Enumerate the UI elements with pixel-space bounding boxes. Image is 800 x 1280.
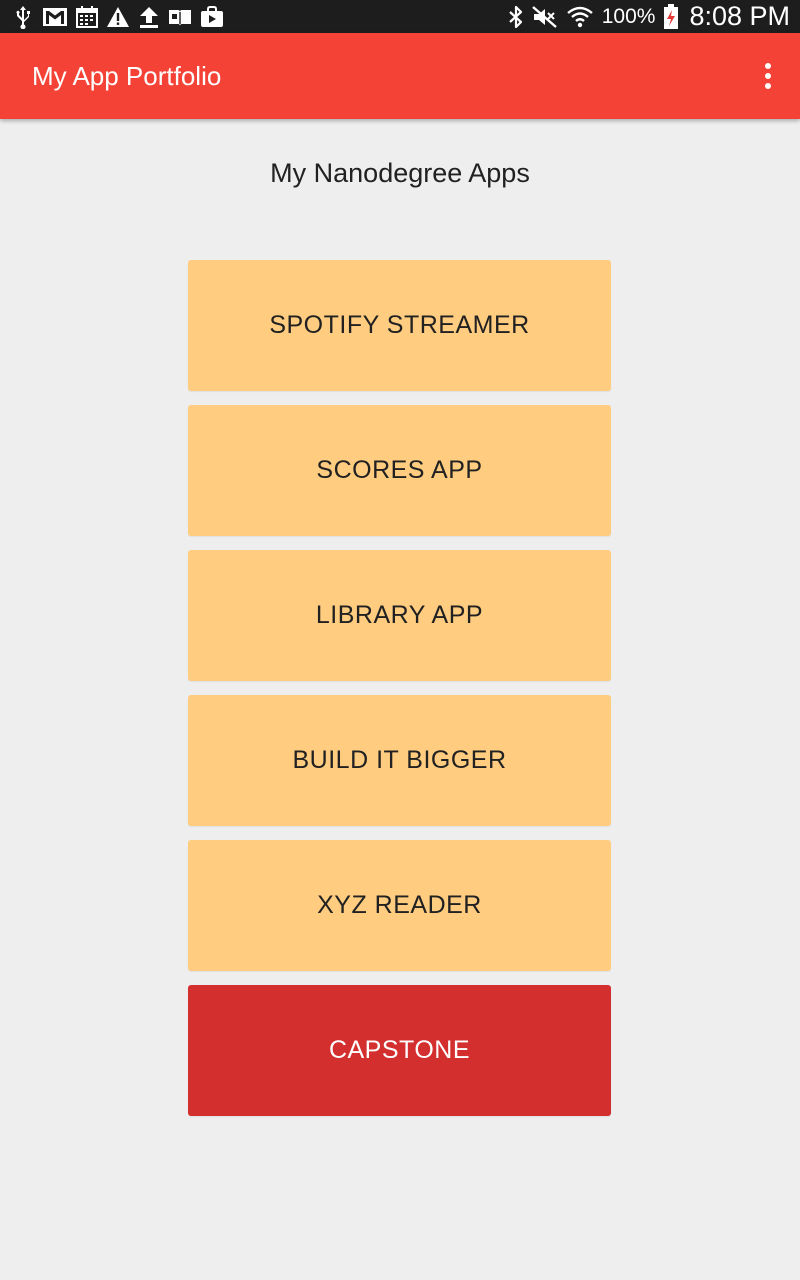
warning-icon (106, 6, 130, 28)
notification-icons (12, 4, 224, 29)
mute-icon (531, 5, 558, 28)
usb-icon (12, 5, 34, 29)
upload-icon (138, 5, 160, 29)
calendar-icon (76, 5, 98, 28)
status-bar: 100% 8:08 PM (0, 0, 800, 33)
app-bar: My App Portfolio (0, 33, 800, 119)
library-app-button[interactable]: LIBRARY APP (188, 550, 611, 681)
shopping-bag-icon (200, 5, 224, 28)
clock: 8:08 PM (689, 1, 790, 31)
overflow-menu-icon[interactable] (754, 60, 782, 92)
xyz-reader-button[interactable]: XYZ READER (188, 840, 611, 971)
app-title: My App Portfolio (32, 61, 222, 91)
overflow-dot (765, 83, 771, 89)
book-icon (168, 7, 192, 27)
page-heading: My Nanodegree Apps (270, 158, 530, 188)
overflow-dot (765, 63, 771, 69)
scores-app-button[interactable]: SCORES APP (188, 405, 611, 536)
spotify-streamer-button[interactable]: SPOTIFY STREAMER (188, 260, 611, 391)
battery-charging-icon (663, 3, 679, 30)
system-status: 100% 8:08 PM (508, 0, 790, 33)
capstone-button[interactable]: CAPSTONE (188, 985, 611, 1116)
wifi-icon (566, 5, 594, 29)
gmail-icon (42, 7, 68, 27)
bluetooth-icon (508, 5, 524, 29)
battery-percentage: 100% (601, 4, 656, 28)
build-it-bigger-button[interactable]: BUILD IT BIGGER (188, 695, 611, 826)
overflow-dot (765, 73, 771, 79)
app-button-list: SPOTIFY STREAMER SCORES APP LIBRARY APP … (188, 260, 611, 1130)
